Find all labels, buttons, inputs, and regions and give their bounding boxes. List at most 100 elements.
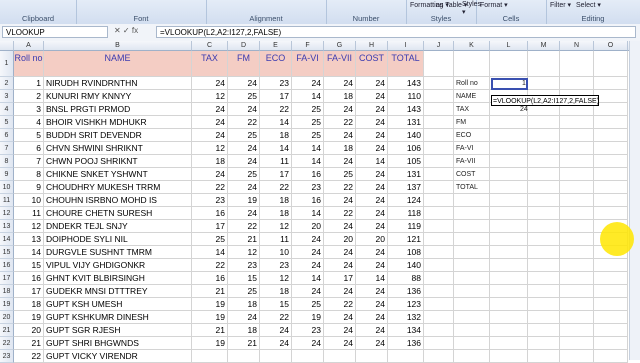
- name-cell[interactable]: VIPUL VIJY GHDIGONKR: [44, 259, 192, 272]
- empty-cell[interactable]: [454, 51, 490, 77]
- empty-cell[interactable]: [594, 337, 628, 350]
- score-cell[interactable]: 11: [260, 233, 292, 246]
- column-header-k[interactable]: K: [454, 41, 490, 51]
- score-cell[interactable]: 20: [324, 233, 356, 246]
- score-cell[interactable]: 12: [192, 90, 228, 103]
- score-cell[interactable]: 18: [324, 90, 356, 103]
- roll-no-cell[interactable]: 5: [14, 129, 44, 142]
- empty-cell[interactable]: [424, 285, 454, 298]
- score-cell[interactable]: 25: [228, 129, 260, 142]
- name-cell[interactable]: CHIKNE SNKET YSHWNT: [44, 168, 192, 181]
- empty-cell[interactable]: [528, 350, 560, 363]
- score-cell[interactable]: 17: [192, 220, 228, 233]
- score-cell[interactable]: 14: [260, 142, 292, 155]
- score-cell[interactable]: 24: [356, 90, 388, 103]
- empty-cell[interactable]: [490, 324, 528, 337]
- score-cell[interactable]: 24: [324, 285, 356, 298]
- score-cell[interactable]: 22: [260, 103, 292, 116]
- score-cell[interactable]: [228, 350, 260, 363]
- column-header-l[interactable]: L: [490, 41, 528, 51]
- score-cell[interactable]: 16: [292, 168, 324, 181]
- empty-cell[interactable]: [560, 168, 594, 181]
- empty-cell[interactable]: [594, 129, 628, 142]
- score-cell[interactable]: 24: [324, 324, 356, 337]
- score-cell[interactable]: 24: [356, 207, 388, 220]
- score-cell[interactable]: 22: [260, 311, 292, 324]
- score-cell[interactable]: 24: [356, 298, 388, 311]
- score-cell[interactable]: 12: [192, 142, 228, 155]
- empty-cell[interactable]: [560, 350, 594, 363]
- column-title[interactable]: FM: [228, 51, 260, 77]
- name-cell[interactable]: DOIPHODE SYLI NIL: [44, 233, 192, 246]
- score-cell[interactable]: 25: [292, 116, 324, 129]
- score-cell[interactable]: 24: [192, 116, 228, 129]
- column-header-a[interactable]: A: [14, 41, 44, 51]
- empty-cell[interactable]: [594, 155, 628, 168]
- score-cell[interactable]: 12: [260, 272, 292, 285]
- empty-cell[interactable]: [594, 51, 628, 77]
- score-cell[interactable]: 25: [292, 129, 324, 142]
- score-cell[interactable]: 20: [292, 220, 324, 233]
- empty-cell[interactable]: [424, 259, 454, 272]
- score-cell[interactable]: 24: [324, 246, 356, 259]
- score-cell[interactable]: 19: [192, 337, 228, 350]
- score-cell[interactable]: 24: [356, 285, 388, 298]
- empty-cell[interactable]: [454, 337, 490, 350]
- name-cell[interactable]: CHVN SHWINI SHRIKNT: [44, 142, 192, 155]
- empty-cell[interactable]: [560, 129, 594, 142]
- score-cell[interactable]: [292, 350, 324, 363]
- empty-cell[interactable]: [454, 246, 490, 259]
- score-cell[interactable]: 131: [388, 168, 424, 181]
- column-title[interactable]: ECO: [260, 51, 292, 77]
- score-cell[interactable]: 19: [292, 311, 324, 324]
- score-cell[interactable]: 14: [192, 246, 228, 259]
- empty-cell[interactable]: [560, 272, 594, 285]
- empty-cell[interactable]: [594, 77, 628, 90]
- score-cell[interactable]: 21: [228, 337, 260, 350]
- score-cell[interactable]: 118: [388, 207, 424, 220]
- score-cell[interactable]: 25: [292, 298, 324, 311]
- column-header-n[interactable]: N: [560, 41, 594, 51]
- empty-cell[interactable]: [528, 298, 560, 311]
- score-cell[interactable]: 24: [260, 324, 292, 337]
- score-cell[interactable]: 18: [228, 324, 260, 337]
- score-cell[interactable]: 24: [292, 285, 324, 298]
- empty-cell[interactable]: [528, 259, 560, 272]
- empty-cell[interactable]: [424, 272, 454, 285]
- score-cell[interactable]: 24: [228, 207, 260, 220]
- score-cell[interactable]: 16: [192, 272, 228, 285]
- score-cell[interactable]: 25: [324, 168, 356, 181]
- empty-cell[interactable]: [560, 77, 594, 90]
- empty-cell[interactable]: [528, 324, 560, 337]
- score-cell[interactable]: 23: [228, 259, 260, 272]
- row-header[interactable]: 13: [0, 220, 14, 233]
- score-cell[interactable]: 24: [324, 311, 356, 324]
- empty-cell[interactable]: [454, 272, 490, 285]
- empty-cell[interactable]: [490, 285, 528, 298]
- score-cell[interactable]: 15: [228, 272, 260, 285]
- empty-cell[interactable]: [560, 194, 594, 207]
- score-cell[interactable]: 108: [388, 246, 424, 259]
- empty-cell[interactable]: [424, 116, 454, 129]
- empty-cell[interactable]: [490, 337, 528, 350]
- score-cell[interactable]: 143: [388, 77, 424, 90]
- score-cell[interactable]: 119: [388, 220, 424, 233]
- score-cell[interactable]: 14: [260, 116, 292, 129]
- score-cell[interactable]: 134: [388, 324, 424, 337]
- name-cell[interactable]: GUDEKR MNSI DTTTREY: [44, 285, 192, 298]
- empty-cell[interactable]: [490, 350, 528, 363]
- row-header[interactable]: 2: [0, 77, 14, 90]
- name-cell[interactable]: DURGVLE SUSHNT TMRM: [44, 246, 192, 259]
- name-cell[interactable]: BUDDH SRIT DEVENDR: [44, 129, 192, 142]
- empty-cell[interactable]: [594, 116, 628, 129]
- row-header[interactable]: 21: [0, 324, 14, 337]
- roll-no-cell[interactable]: 3: [14, 103, 44, 116]
- score-cell[interactable]: 11: [260, 155, 292, 168]
- empty-cell[interactable]: [528, 77, 560, 90]
- empty-cell[interactable]: [424, 168, 454, 181]
- empty-cell[interactable]: [560, 155, 594, 168]
- score-cell[interactable]: 24: [356, 259, 388, 272]
- score-cell[interactable]: 123: [388, 298, 424, 311]
- score-cell[interactable]: 24: [292, 259, 324, 272]
- empty-cell[interactable]: [560, 142, 594, 155]
